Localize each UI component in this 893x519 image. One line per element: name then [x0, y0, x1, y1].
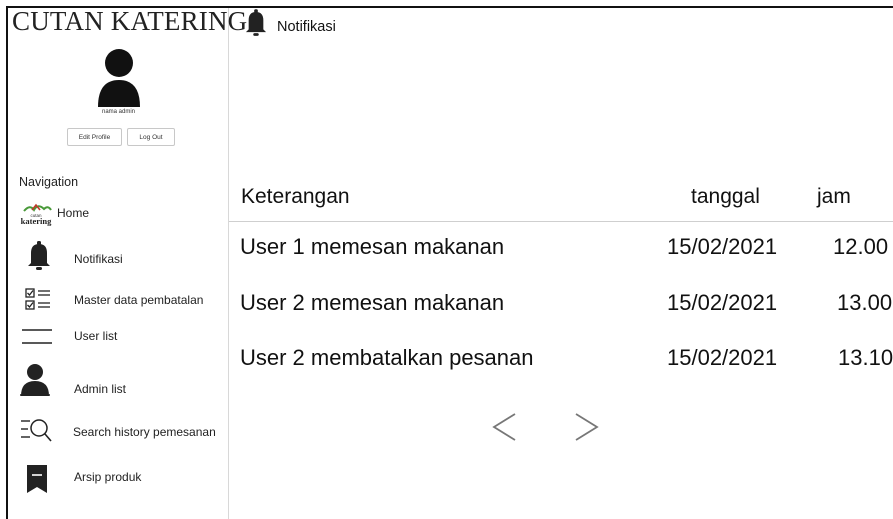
sidebar-item-label: Search history pemesanan: [73, 425, 216, 439]
sidebar: CUTAN KATERING nama admin Edit Profile L…: [8, 6, 247, 519]
bell-icon: [245, 9, 267, 42]
sidebar-item-label: Master data pembatalan: [74, 293, 204, 307]
avatar-icon: [98, 49, 140, 107]
admin-name: nama admin: [101, 109, 136, 115]
cell-jam: 12.00: [833, 234, 889, 259]
table-row[interactable]: User 2 memesan makanan 15/02/2021 13.00: [229, 290, 893, 340]
cell-jam: 13.00: [837, 290, 893, 315]
cell-keterangan: User 2 membatalkan pesanan: [240, 345, 534, 370]
cell-keterangan: User 1 memesan makanan: [240, 234, 505, 259]
sidebar-item-label: Notifikasi: [74, 252, 123, 266]
bell-icon: [27, 241, 51, 271]
sidebar-item-label: Arsip produk: [74, 470, 142, 484]
cell-jam: 13.10: [838, 345, 893, 370]
sidebar-item-label: Admin list: [74, 382, 127, 396]
bookmark-icon: [26, 464, 48, 494]
cell-keterangan: User 2 memesan makanan: [240, 290, 505, 315]
sidebar-item-label: Home: [57, 206, 90, 220]
sidebar-item-arsip-produk[interactable]: Arsip produk: [16, 458, 231, 494]
page-header: Notifikasi: [241, 8, 541, 42]
sidebar-item-home[interactable]: cutan katering Home: [16, 196, 231, 232]
table-header: Keterangan tanggal jam: [229, 178, 893, 222]
main-content: Notifikasi Keterangan tanggal jam User 1…: [229, 8, 893, 519]
katering-logo-icon: cutan katering: [18, 202, 54, 226]
logout-button[interactable]: Log Out: [127, 128, 175, 146]
cell-tanggal: 15/02/2021: [667, 234, 778, 259]
sidebar-item-label: User list: [74, 329, 118, 343]
sidebar-item-master-data-pembatalan[interactable]: Master data pembatalan: [16, 288, 231, 324]
chevron-right-icon: [575, 413, 599, 441]
sidebar-item-notifikasi[interactable]: Notifikasi: [16, 240, 231, 276]
column-header-keterangan: Keterangan: [241, 185, 350, 208]
chevron-left-icon: [492, 413, 516, 441]
list-lines-icon: [21, 329, 53, 345]
table-row[interactable]: User 1 memesan makanan 15/02/2021 12.00: [229, 234, 893, 284]
table-row[interactable]: User 2 membatalkan pesanan 15/02/2021 13…: [229, 345, 893, 395]
checklist-icon: [25, 288, 51, 312]
sidebar-item-user-list[interactable]: User list: [16, 326, 231, 362]
svg-text:katering: katering: [21, 216, 52, 226]
cell-tanggal: 15/02/2021: [667, 345, 778, 370]
column-header-tanggal: tanggal: [691, 185, 760, 208]
edit-profile-button[interactable]: Edit Profile: [67, 128, 122, 146]
cell-tanggal: 15/02/2021: [667, 290, 778, 315]
search-list-icon: [20, 417, 52, 443]
page-title: Notifikasi: [277, 19, 336, 35]
nav-title: Navigation: [19, 175, 79, 189]
next-page-button[interactable]: [574, 404, 600, 450]
prev-page-button[interactable]: [491, 404, 517, 450]
brand-title: CUTAN KATERING: [12, 6, 248, 36]
sidebar-item-admin-list[interactable]: Admin list: [16, 363, 231, 399]
column-header-jam: jam: [817, 185, 851, 208]
sidebar-item-search-history[interactable]: Search history pemesanan: [16, 413, 231, 449]
admin-user-icon: [20, 363, 50, 397]
